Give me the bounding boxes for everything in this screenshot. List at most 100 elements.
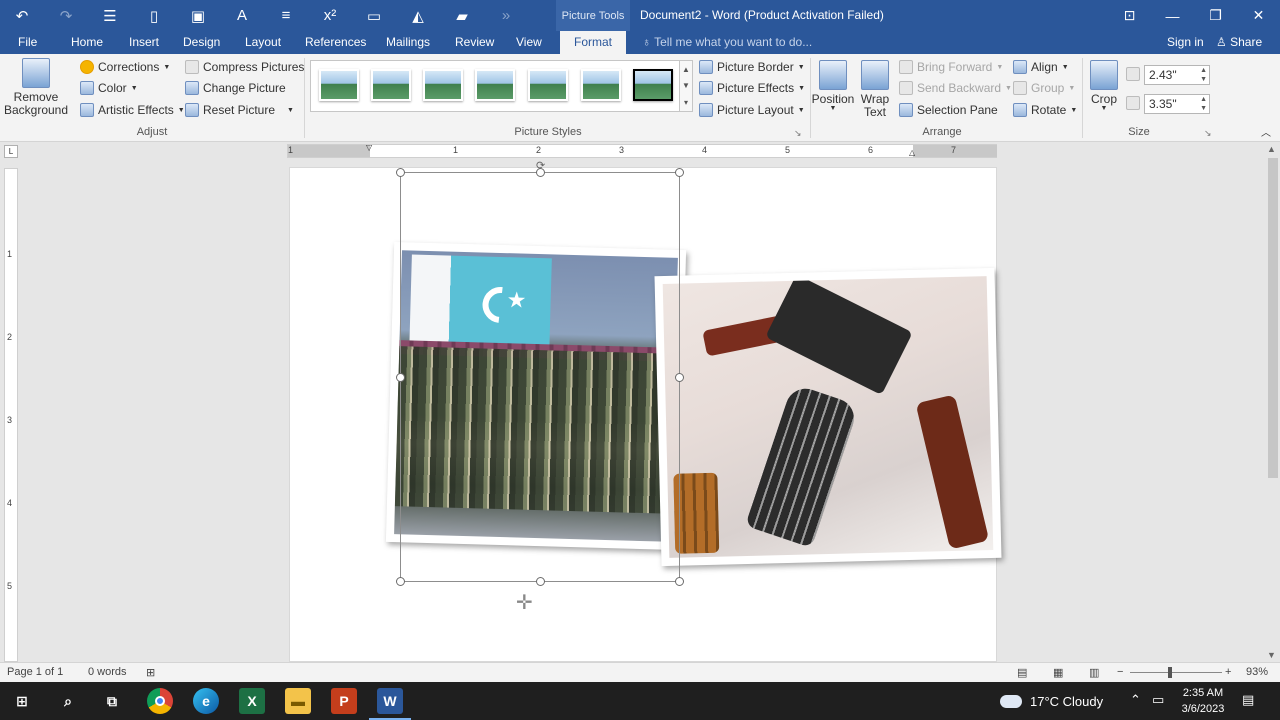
- tab-selector-icon[interactable]: L: [4, 145, 18, 158]
- redo-button[interactable]: ↷: [44, 0, 88, 31]
- selection-pane-button[interactable]: Selection Pane: [899, 103, 998, 117]
- picture-border-button[interactable]: Picture Border ▼: [699, 60, 805, 74]
- picture-style-2[interactable]: [371, 69, 411, 101]
- picture-styles-launcher-icon[interactable]: ↘: [794, 128, 802, 139]
- excel-app[interactable]: X: [239, 688, 265, 714]
- zoom-in-icon[interactable]: +: [1225, 666, 1231, 678]
- frame-button[interactable]: ▣: [176, 0, 220, 31]
- group-button[interactable]: Group ▼: [1013, 81, 1075, 95]
- horizontal-ruler[interactable]: 1 1 2 3 4 5 6 7 ▽ △: [287, 143, 997, 158]
- sign-in-link[interactable]: Sign in: [1167, 31, 1204, 54]
- picture-effects-button[interactable]: Picture Effects ▼: [699, 81, 805, 95]
- web-layout-icon[interactable]: ▥: [1089, 666, 1099, 679]
- task-view-button[interactable]: ⧉: [99, 688, 125, 714]
- width-spinner-icon[interactable]: ▲ ▼: [1200, 95, 1207, 113]
- right-indent-marker-icon[interactable]: △: [909, 148, 915, 157]
- height-spinner-icon[interactable]: ▲ ▼: [1200, 66, 1207, 84]
- start-button[interactable]: ⊞: [9, 688, 35, 714]
- ribbon-display-button[interactable]: ⊡: [1108, 0, 1151, 31]
- picture-style-1[interactable]: [319, 69, 359, 101]
- document-page[interactable]: ★ ⟳ ✛: [289, 160, 1002, 662]
- zoom-slider[interactable]: [1130, 672, 1222, 673]
- print-layout-icon[interactable]: ▦: [1053, 666, 1063, 679]
- picture-style-6[interactable]: [581, 69, 621, 101]
- tab-design[interactable]: Design: [183, 31, 220, 54]
- tab-layout[interactable]: Layout: [245, 31, 281, 54]
- resize-handle-e[interactable]: [675, 373, 684, 382]
- page-count[interactable]: Page 1 of 1: [7, 666, 63, 678]
- picture-rifle[interactable]: [654, 267, 1002, 567]
- size-launcher-icon[interactable]: ↘: [1204, 128, 1212, 139]
- picture-style-4[interactable]: [475, 69, 515, 101]
- more-commands-button[interactable]: »: [484, 0, 528, 31]
- file-explorer-app[interactable]: ▬: [285, 688, 311, 714]
- rotate-button[interactable]: Rotate ▼: [1013, 103, 1077, 117]
- network-icon[interactable]: ▭: [1152, 692, 1164, 708]
- crop-button[interactable]: Crop ▼: [1088, 60, 1120, 112]
- resize-handle-nw[interactable]: [396, 168, 405, 177]
- tab-mailings[interactable]: Mailings: [386, 31, 430, 54]
- scroll-up-icon[interactable]: ▲: [1267, 144, 1276, 154]
- search-button[interactable]: ⌕: [55, 688, 81, 714]
- zoom-slider-thumb[interactable]: [1168, 667, 1172, 678]
- color-button[interactable]: Color ▼: [80, 81, 138, 95]
- picture-style-5[interactable]: [528, 69, 568, 101]
- scroll-down-icon[interactable]: ▼: [1267, 650, 1276, 660]
- notifications-icon[interactable]: ▤: [1242, 692, 1254, 708]
- bullets-button[interactable]: ☰: [88, 0, 132, 31]
- scrollbar-thumb[interactable]: [1268, 158, 1278, 478]
- edge-app[interactable]: e: [193, 688, 219, 714]
- compress-pictures-button[interactable]: Compress Pictures: [185, 60, 304, 74]
- tab-format[interactable]: Format: [560, 31, 627, 54]
- vertical-scrollbar[interactable]: ▲ ▼: [1265, 142, 1280, 662]
- bring-forward-button[interactable]: Bring Forward ▼: [899, 60, 1003, 74]
- gallery-scroll[interactable]: ▲ ▼ ▾: [680, 60, 693, 112]
- wrap-text-button[interactable]: Wrap Text: [858, 60, 892, 119]
- superscript-button[interactable]: x²: [308, 0, 352, 31]
- word-count[interactable]: 0 words: [88, 666, 127, 678]
- tab-view[interactable]: View: [516, 31, 542, 54]
- artistic-effects-button[interactable]: Artistic Effects ▼: [80, 103, 185, 117]
- zoom-out-icon[interactable]: −: [1117, 666, 1123, 678]
- clock[interactable]: 2:35 AM 3/6/2023: [1172, 685, 1234, 717]
- resize-handle-w[interactable]: [396, 373, 405, 382]
- undo-button[interactable]: ↶: [0, 0, 44, 31]
- tab-home[interactable]: Home: [71, 31, 103, 54]
- align-button[interactable]: Align ▼: [1013, 60, 1069, 74]
- vertical-ruler[interactable]: 1 2 3 4 5: [4, 168, 18, 662]
- corrections-button[interactable]: Corrections ▼: [80, 60, 170, 74]
- change-picture-button[interactable]: Change Picture: [185, 81, 286, 95]
- tab-references[interactable]: References: [305, 31, 366, 54]
- picture-layout-button[interactable]: Picture Layout ▼: [699, 103, 805, 117]
- picture-style-7[interactable]: [633, 69, 673, 101]
- restore-button[interactable]: ❐: [1194, 0, 1237, 31]
- resize-handle-n[interactable]: [536, 168, 545, 177]
- word-app[interactable]: W: [369, 688, 411, 720]
- collapse-ribbon-button[interactable]: ︿: [1261, 124, 1271, 139]
- tell-me-search[interactable]: ♁ Tell me what you want to do...: [642, 31, 812, 54]
- shape-height-input[interactable]: 2.43" ▲ ▼: [1144, 65, 1210, 85]
- text-effects-button[interactable]: A: [220, 0, 264, 31]
- new-document-button[interactable]: ▭: [352, 0, 396, 31]
- resize-handle-s[interactable]: [536, 577, 545, 586]
- zoom-level[interactable]: 93%: [1246, 666, 1268, 678]
- open-button[interactable]: ▰: [440, 0, 484, 31]
- share-button[interactable]: ♙ Share: [1216, 31, 1262, 54]
- position-button[interactable]: Position ▼: [812, 60, 854, 112]
- read-mode-icon[interactable]: ▤: [1017, 666, 1027, 679]
- close-button[interactable]: ✕: [1237, 0, 1280, 31]
- reset-picture-button[interactable]: Reset Picture ▼: [185, 103, 294, 117]
- powerpoint-app[interactable]: P: [331, 688, 357, 714]
- send-backward-button[interactable]: Send Backward ▼: [899, 81, 1012, 95]
- minimize-button[interactable]: —: [1151, 0, 1194, 31]
- tab-file[interactable]: File: [18, 31, 37, 54]
- tab-insert[interactable]: Insert: [129, 31, 159, 54]
- page-setup-button[interactable]: ▯: [132, 0, 176, 31]
- tab-review[interactable]: Review: [455, 31, 494, 54]
- resize-handle-sw[interactable]: [396, 577, 405, 586]
- remove-background-button[interactable]: Remove Background: [4, 58, 68, 117]
- picture-style-3[interactable]: [423, 69, 463, 101]
- chevron-up-icon[interactable]: ⌃: [1130, 692, 1141, 708]
- shape-width-input[interactable]: 3.35" ▲ ▼: [1144, 94, 1210, 114]
- fill-button[interactable]: ◭: [396, 0, 440, 31]
